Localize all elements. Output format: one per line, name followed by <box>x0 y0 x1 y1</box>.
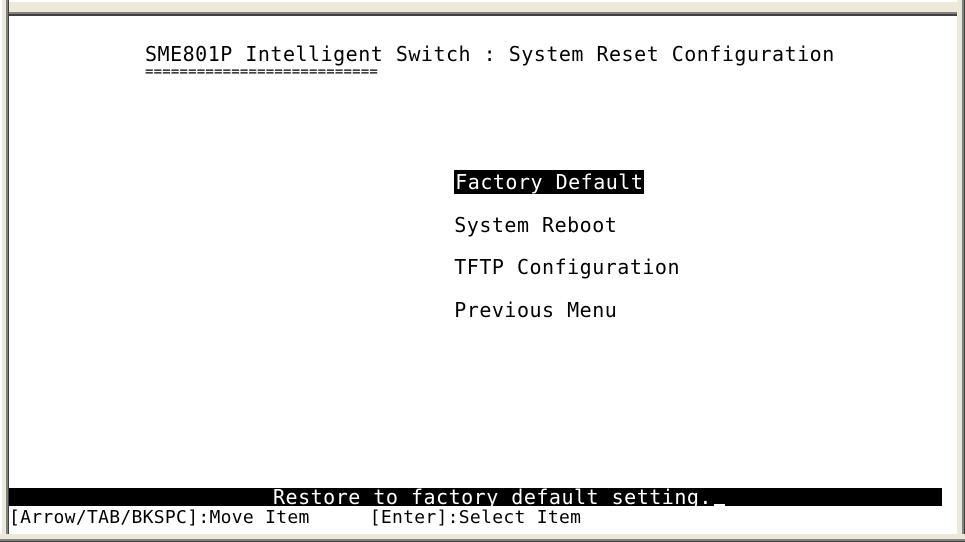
window-frame-top <box>0 0 965 16</box>
window-frame-left <box>0 0 9 542</box>
text-cursor <box>713 504 725 506</box>
menu-item-previous-menu[interactable]: Previous Menu <box>379 277 617 343</box>
screen-title: SME801P Intelligent Switch : System Rese… <box>145 42 835 66</box>
title-underline: =========================== <box>145 64 378 80</box>
window-frame-right <box>957 0 965 542</box>
key-help-line: [Arrow/TAB/BKSPC]:Move Item [Enter]:Selec… <box>9 507 581 529</box>
menu-item-label: TFTP Configuration <box>454 255 680 279</box>
status-text: Restore to factory default setting. <box>273 485 712 509</box>
terminal-window: SME801P Intelligent Switch : System Rese… <box>0 0 965 542</box>
terminal-screen[interactable]: SME801P Intelligent Switch : System Rese… <box>9 16 957 534</box>
status-bar: Restore to factory default setting. <box>9 486 942 508</box>
help-move-item: [Arrow/TAB/BKSPC]:Move Item <box>9 507 310 528</box>
menu-item-label: Factory Default <box>454 170 645 194</box>
window-frame-bottom <box>0 534 965 542</box>
menu-item-label: Previous Menu <box>454 298 618 322</box>
help-select-item: [Enter]:Select Item <box>369 507 582 528</box>
status-message: Restore to factory default setting. <box>273 486 725 508</box>
